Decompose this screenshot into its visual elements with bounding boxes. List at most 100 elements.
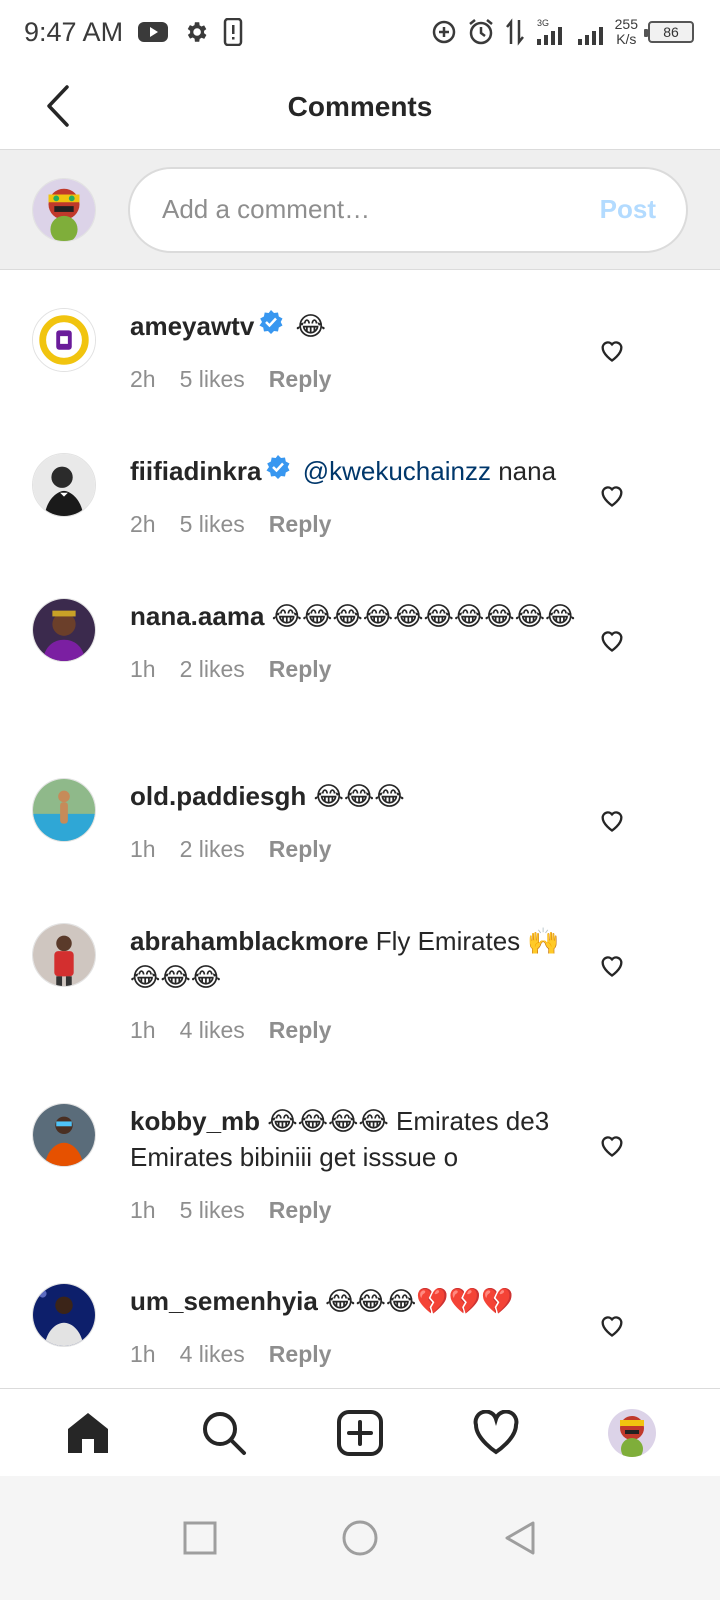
reply-button[interactable]: Reply [269,836,332,863]
recents-square-icon [183,1521,217,1555]
avatar-old-paddiesgh[interactable] [32,778,96,842]
comment-time: 1h [130,836,156,862]
comment-text: nana.aama 😂😂😂😂😂😂😂😂😂😂 [130,598,580,634]
comment-meta: 1h 2 likes Reply [130,656,580,683]
comment-item: ameyawtv 😂 2h 5 likes Reply [0,308,720,393]
search-icon [203,1411,246,1455]
comment-username[interactable]: fiifiadinkra [130,456,261,486]
comment-username[interactable]: um_semenhyia [130,1286,318,1316]
avatar-abrahamblackmore[interactable] [32,923,96,987]
comment-likes[interactable]: 5 likes [180,366,245,393]
network-speed: 255 K/s [615,17,638,47]
comment-body: fiifiadinkra @kwekuchainzz nana 2h 5 lik… [130,453,580,538]
comment-input[interactable] [162,194,600,225]
signal-bars-icon [577,17,605,47]
back-triangle-icon [505,1521,535,1555]
comment-text: ameyawtv 😂 [130,308,580,344]
signal-3g-icon: 3G [535,17,567,47]
comment-body: nana.aama 😂😂😂😂😂😂😂😂😂😂 1h 2 likes Reply [130,598,580,683]
reply-button[interactable]: Reply [269,1197,332,1224]
comment-likes[interactable]: 5 likes [180,511,245,538]
comment-username[interactable]: kobby_mb [130,1106,260,1136]
comment-box: Post [128,166,688,253]
network-speed-value: 255 [614,16,638,32]
avatar-ameyawtv[interactable] [32,308,96,372]
heart-outline-icon[interactable] [598,1311,626,1339]
heart-outline-icon[interactable] [598,626,626,654]
comment-likes[interactable]: 4 likes [180,1341,245,1368]
status-bar: 9:47 AM 3G 255 K/s 86 [0,0,720,64]
comment-item: fiifiadinkra @kwekuchainzz nana 2h 5 lik… [0,453,720,538]
comment-message: 😂😂😂💔💔💔 [325,1286,514,1316]
comment-username[interactable]: ameyawtv [130,311,254,341]
system-back-button[interactable] [498,1516,542,1560]
profile-avatar [608,1408,656,1457]
nav-add-post[interactable] [330,1403,390,1463]
comment-body: old.paddiesgh 😂😂😂 1h 2 likes Reply [130,778,580,863]
heart-outline-icon[interactable] [598,951,626,979]
activity-heart-icon [473,1409,519,1454]
reply-button[interactable]: Reply [269,656,332,683]
comment-item: nana.aama 😂😂😂😂😂😂😂😂😂😂 1h 2 likes Reply [0,598,720,683]
comment-time: 1h [130,1197,156,1223]
status-right: 3G 255 K/s 86 [431,17,694,47]
status-left: 9:47 AM [24,17,243,48]
comment-time: 1h [130,1017,156,1043]
reply-button[interactable]: Reply [269,366,332,393]
recents-button[interactable] [178,1516,222,1560]
heart-outline-icon[interactable] [598,806,626,834]
reply-button[interactable]: Reply [269,1017,332,1044]
svg-text:3G: 3G [537,18,549,28]
heart-outline-icon[interactable] [598,481,626,509]
comment-time: 2h [130,366,156,393]
heart-outline-icon[interactable] [598,336,626,364]
comment-text: abrahamblackmore Fly Emirates 🙌😂😂😂 [130,923,580,995]
comment-username[interactable]: old.paddiesgh [130,781,306,811]
comment-likes[interactable]: 4 likes [180,1017,245,1044]
comment-item: um_semenhyia 😂😂😂💔💔💔 1h 4 likes Reply [0,1283,720,1368]
page-title: Comments [287,90,433,122]
comments-list[interactable]: ameyawtv 😂 2h 5 likes Reply fiifiadinkra… [0,270,720,1388]
comment-time: 1h [130,656,156,682]
add-post-icon [337,1409,383,1456]
comment-text: um_semenhyia 😂😂😂💔💔💔 [130,1283,580,1319]
comment-message: 😂 [295,311,326,341]
avatar-kobby-mb[interactable] [32,1103,96,1167]
home-icon [68,1412,108,1453]
comment-item: abrahamblackmore Fly Emirates 🙌😂😂😂 1h 4 … [0,923,720,1044]
comment-time: 1h [130,1341,156,1367]
comment-mention[interactable]: @kwekuchainzz [303,456,491,486]
comment-body: kobby_mb 😂😂😂😂 Emirates de3 Emirates bibi… [130,1103,580,1224]
comment-meta: 2h 5 likes Reply [130,366,580,393]
post-button[interactable]: Post [600,194,656,225]
comment-likes[interactable]: 2 likes [180,836,245,863]
home-button[interactable] [338,1516,382,1560]
data-transfer-icon [505,18,525,46]
avatar-nana-aama[interactable] [32,598,96,662]
comment-message: nana [490,456,557,486]
network-speed-unit: K/s [616,31,637,47]
comment-likes[interactable]: 5 likes [180,1197,245,1224]
comment-text: old.paddiesgh 😂😂😂 [130,778,580,814]
nav-search[interactable] [194,1403,254,1463]
comment-text: kobby_mb 😂😂😂😂 Emirates de3 Emirates bibi… [130,1103,580,1175]
my-avatar [32,177,96,242]
comment-username[interactable]: abrahamblackmore [130,926,368,956]
reply-button[interactable]: Reply [269,1341,332,1368]
battery-level: 86 [663,24,679,40]
avatar-um-semenhyia[interactable] [32,1283,96,1347]
avatar-fiifiadinkra[interactable] [32,453,96,517]
comment-username[interactable]: nana.aama [130,601,264,631]
nav-profile[interactable] [602,1403,662,1463]
back-button[interactable] [34,82,82,130]
reply-button[interactable]: Reply [269,511,332,538]
nav-home[interactable] [58,1403,118,1463]
bottom-nav [0,1388,720,1476]
comment-likes[interactable]: 2 likes [180,656,245,683]
nav-activity[interactable] [466,1403,526,1463]
arrow-left-icon [47,85,69,127]
comment-body: um_semenhyia 😂😂😂💔💔💔 1h 4 likes Reply [130,1283,580,1368]
comment-message: 😂😂😂 [313,781,405,811]
heart-outline-icon[interactable] [598,1131,626,1159]
comment-meta: 2h 5 likes Reply [130,511,580,538]
